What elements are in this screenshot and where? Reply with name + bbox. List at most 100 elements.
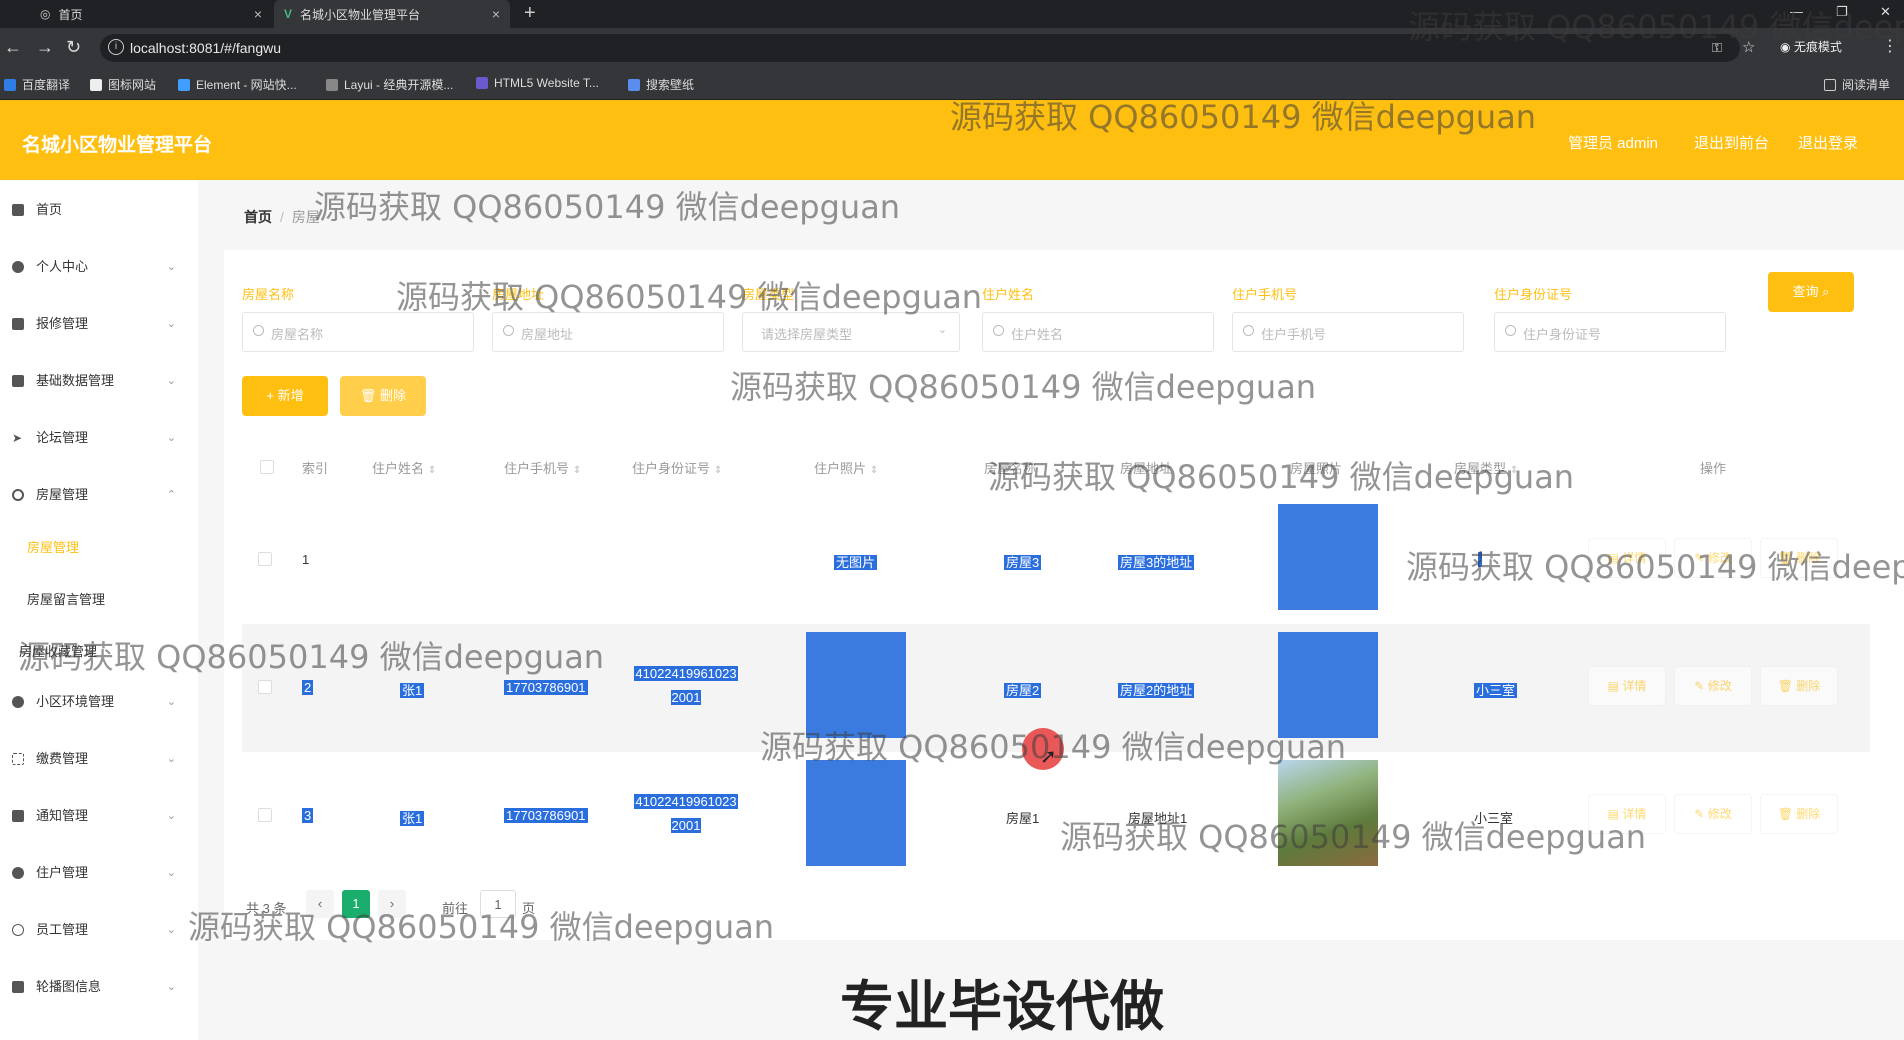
cell-house-name: 房屋1 xyxy=(1006,811,1040,826)
house-photo[interactable] xyxy=(1278,504,1378,610)
edit-button[interactable]: ✎ 修改 xyxy=(1674,794,1752,834)
sidebar-item-label: 小区环境管理 xyxy=(36,694,115,709)
back-icon[interactable]: ← xyxy=(4,37,22,58)
sidebar-item-label: 员工管理 xyxy=(36,922,89,937)
bookmark-item[interactable]: 图标网站 xyxy=(90,76,156,93)
sidebar-item-label: 轮播图信息 xyxy=(36,979,102,994)
watermark: 源码获取 QQ86050149 微信deepguan xyxy=(18,638,605,676)
house-type-select[interactable]: 请选择房屋类型 ⌄ xyxy=(742,312,960,352)
new-tab-icon[interactable]: + xyxy=(524,2,536,25)
delete-button[interactable]: 🗑 删除 xyxy=(1760,794,1838,834)
chevron-down-icon: ⌄ xyxy=(166,261,176,273)
sidebar-item-notice[interactable]: 通知管理 ⌄ xyxy=(0,796,190,836)
sidebar-item-label: 个人中心 xyxy=(36,259,89,274)
edit-button[interactable]: ✎ 修改 xyxy=(1674,666,1752,706)
bookmark-label: 百度翻译 xyxy=(22,78,71,92)
row-checkbox[interactable] xyxy=(258,808,272,822)
bookmark-item[interactable]: Layui - 经典开源模... xyxy=(326,76,453,93)
chart-icon xyxy=(12,318,24,330)
search-icon xyxy=(993,325,1004,336)
watermark: 源码获取 QQ86050149 微信deepguan xyxy=(1408,8,1904,46)
detail-label: 详情 xyxy=(1622,679,1647,693)
bookmark-item[interactable]: HTML5 Website T... xyxy=(476,76,599,90)
th-resident-name[interactable]: 住户姓名 ⇕ xyxy=(372,458,436,477)
house-address-input[interactable]: 房屋地址 xyxy=(492,312,724,352)
th-index: 索引 xyxy=(302,461,329,476)
resident-photo[interactable] xyxy=(806,760,906,866)
edit-label: 修改 xyxy=(1707,679,1732,693)
bookmark-item[interactable]: Element - 网站快... xyxy=(178,76,297,93)
thumb-icon xyxy=(12,810,24,822)
browser-tab-home[interactable]: ◎ 首页 × xyxy=(0,0,272,28)
flag-icon xyxy=(90,79,102,91)
sidebar-item-basic-data[interactable]: 基础数据管理 ⌄ xyxy=(0,361,190,401)
add-button[interactable]: + 新增 xyxy=(242,376,328,416)
reading-list[interactable]: 阅读清单 xyxy=(1824,76,1890,93)
th-resident-id[interactable]: 住户身份证号 ⇕ xyxy=(632,458,722,477)
sort-icon: ⇕ xyxy=(714,465,723,476)
back-to-front-link[interactable]: 退出到前台 xyxy=(1694,132,1769,153)
sidebar-item-staff[interactable]: 员工管理 ⌄ xyxy=(0,910,190,950)
breadcrumb-home[interactable]: 首页 xyxy=(244,209,272,225)
select-all-checkbox[interactable] xyxy=(260,460,274,474)
id-text-line1: 41022419961023 xyxy=(634,666,738,681)
house-name-input[interactable]: 房屋名称 xyxy=(242,312,474,352)
filter-label-house-name: 房屋名称 xyxy=(242,287,295,302)
row-checkbox[interactable] xyxy=(258,552,272,566)
sidebar-item-label: 通知管理 xyxy=(36,808,89,823)
sidebar-item-resident[interactable]: 住户管理 ⌄ xyxy=(0,853,190,893)
house-name-text: 房屋3 xyxy=(1004,555,1042,570)
index-text: 3 xyxy=(302,808,314,823)
sidebar-item-profile[interactable]: 个人中心 ⌄ xyxy=(0,247,190,287)
query-button[interactable]: 查询 ⌕ xyxy=(1768,272,1854,312)
house-address-text: 房屋2的地址 xyxy=(1118,683,1195,698)
th-resident-photo[interactable]: 住户照片 ⇕ xyxy=(814,458,878,477)
chevron-down-icon: ⌄ xyxy=(937,324,947,336)
sidebar-sub-house[interactable]: 房屋管理 xyxy=(0,528,190,568)
th-resident-phone[interactable]: 住户手机号 ⇕ xyxy=(504,458,581,477)
delete-label: 删除 xyxy=(380,388,407,403)
wallpaper-icon xyxy=(628,79,640,91)
html5-icon xyxy=(476,77,488,89)
placeholder: 住户身份证号 xyxy=(1523,327,1602,342)
resident-phone-input[interactable]: 住户手机号 xyxy=(1232,312,1464,352)
resident-name-text: 张1 xyxy=(400,811,425,826)
bookmark-label: Layui - 经典开源模... xyxy=(344,78,454,92)
cell-house-address: 房屋3的地址 xyxy=(1118,552,1195,571)
close-icon[interactable]: × xyxy=(492,6,500,22)
cell-house-name: 房屋3 xyxy=(1004,552,1042,571)
add-label: + 新增 xyxy=(266,388,304,403)
id-text-line2: 2001 xyxy=(670,818,702,833)
sidebar-sub-house-message[interactable]: 房屋留言管理 xyxy=(0,580,190,620)
sidebar-item-payment[interactable]: 缴费管理 ⌄ xyxy=(0,739,190,779)
chevron-down-icon: ⌄ xyxy=(166,696,176,708)
delete-label: 删除 xyxy=(1796,679,1821,693)
sidebar-item-carousel[interactable]: 轮播图信息 ⌄ xyxy=(0,967,190,1007)
forward-icon[interactable]: → xyxy=(36,37,54,58)
th-label: 住户照片 xyxy=(814,461,867,476)
delete-button[interactable]: 🗑 删除 xyxy=(1760,666,1838,706)
close-icon[interactable]: × xyxy=(254,6,262,22)
row-checkbox[interactable] xyxy=(258,680,272,694)
sidebar-item-home[interactable]: 首页 xyxy=(0,190,190,230)
bookmark-item[interactable]: 百度翻译 xyxy=(4,76,70,93)
chevron-down-icon: ⌄ xyxy=(166,867,176,879)
filter-label-resident-id: 住户身份证号 xyxy=(1494,287,1573,302)
sidebar-item-environment[interactable]: 小区环境管理 ⌄ xyxy=(0,682,190,722)
cell-resident-id: 41022419961023 2001 xyxy=(628,790,744,838)
id-text-line1: 41022419961023 xyxy=(634,794,738,809)
sidebar: 首页 个人中心 ⌄ 报修管理 ⌄ 基础数据管理 ⌄ ➤ 论坛管理 ⌄ 房屋管理 ⌃ 房屋管理… xyxy=(0,180,198,1040)
batch-delete-button[interactable]: 🗑 删除 xyxy=(340,376,426,416)
sidebar-item-house[interactable]: 房屋管理 ⌃ xyxy=(0,475,190,515)
logout-link[interactable]: 退出登录 xyxy=(1798,132,1858,153)
resident-id-input[interactable]: 住户身份证号 xyxy=(1494,312,1726,352)
sidebar-item-repair[interactable]: 报修管理 ⌄ xyxy=(0,304,190,344)
reload-icon[interactable]: ↻ xyxy=(66,37,81,58)
sidebar-item-forum[interactable]: ➤ 论坛管理 ⌄ xyxy=(0,418,190,458)
placeholder: 房屋名称 xyxy=(271,327,324,342)
detail-button[interactable]: ▤ 详情 xyxy=(1588,666,1666,706)
bookmark-item[interactable]: 搜索壁纸 xyxy=(628,76,694,93)
browser-tab-app[interactable]: V 名城小区物业管理平台 × xyxy=(274,0,510,28)
resident-name-input[interactable]: 住户姓名 xyxy=(982,312,1214,352)
trash-icon: 🗑 xyxy=(1777,679,1797,693)
